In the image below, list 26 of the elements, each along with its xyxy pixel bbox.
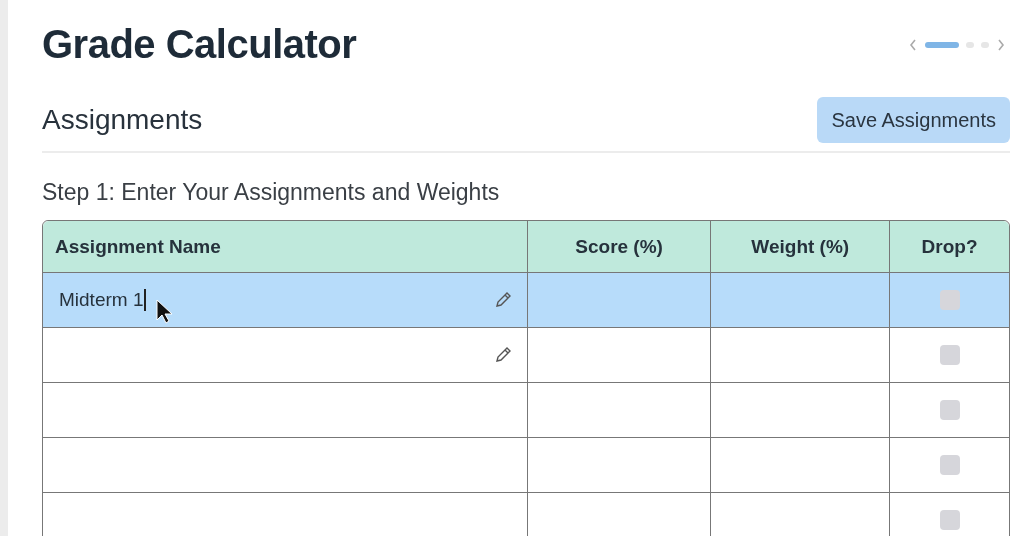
weight-input-cell[interactable] — [710, 383, 890, 438]
score-input-cell[interactable] — [526, 273, 711, 328]
save-button[interactable]: Save Assignments — [817, 97, 1010, 143]
column-header: Drop? — [889, 221, 1009, 273]
drop-checkbox[interactable] — [939, 510, 960, 530]
section-title: Assignments — [42, 104, 203, 136]
weight-input-cell[interactable] — [710, 438, 890, 493]
drop-checkbox[interactable] — [939, 400, 960, 420]
drop-checkbox[interactable] — [939, 290, 960, 310]
column-header: Assignment Name — [43, 221, 527, 273]
drop-checkbox[interactable] — [939, 345, 960, 365]
score-input-cell[interactable] — [526, 328, 711, 383]
drop-checkbox[interactable] — [939, 455, 960, 475]
page-title: Grade Calculator — [42, 22, 357, 67]
chevron-left-icon[interactable] — [908, 37, 918, 52]
score-input-cell[interactable] — [526, 383, 711, 438]
chevron-right-icon[interactable] — [996, 37, 1006, 52]
column-header: Weight (%) — [710, 221, 890, 273]
mouse-pointer-icon — [155, 299, 175, 325]
score-input-cell[interactable] — [526, 438, 711, 493]
input-value: Midterm 1 — [59, 289, 147, 311]
column-header: Score (%) — [526, 221, 711, 273]
step-instruction: Step 1: Enter Your Assignments and Weights — [42, 179, 501, 206]
weight-input-cell[interactable] — [710, 273, 890, 328]
name-input-cell[interactable]: Midterm 1 — [43, 273, 527, 328]
weight-input-cell[interactable] — [710, 328, 890, 383]
